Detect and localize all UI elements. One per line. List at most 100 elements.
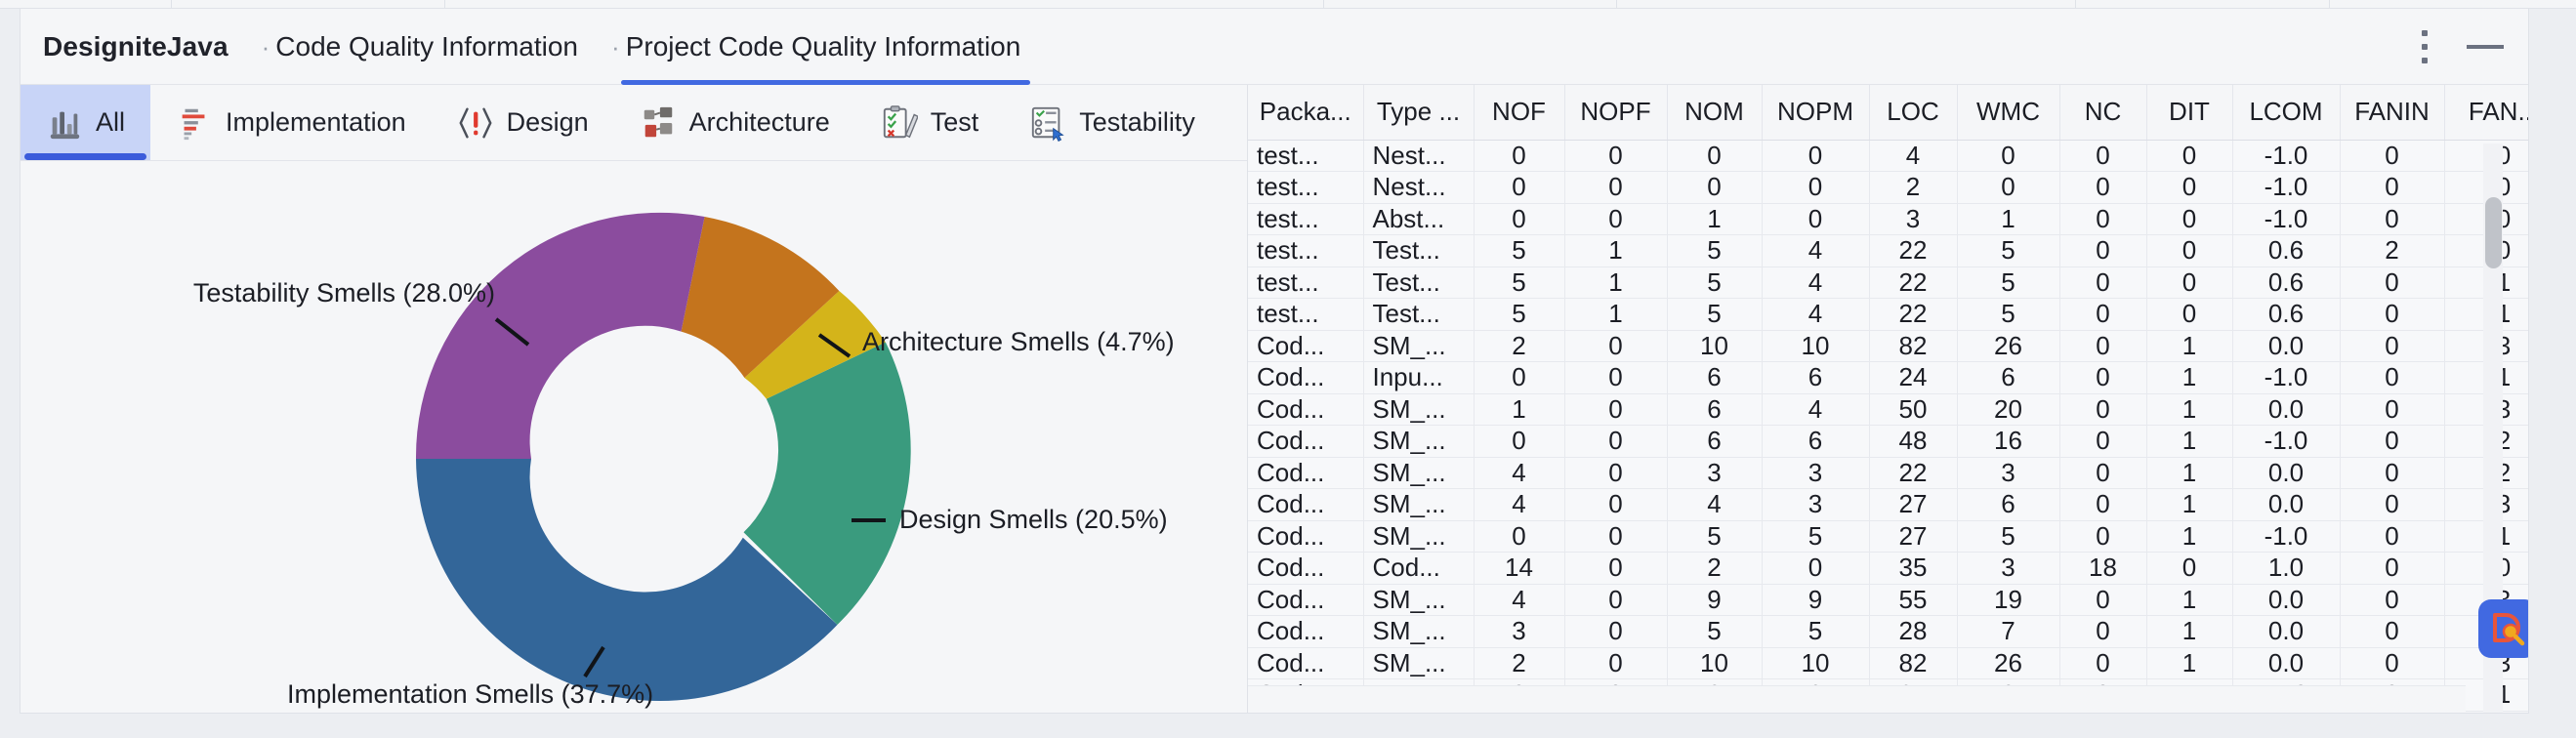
- table-cell: 0: [2340, 330, 2445, 362]
- table-cell: 3: [1957, 457, 2060, 489]
- table-cell: 1: [1474, 393, 1565, 426]
- column-header-package[interactable]: Packa...: [1248, 85, 1364, 141]
- table-cell: 27: [1869, 520, 1958, 553]
- table-cell: 0: [2340, 139, 2445, 172]
- table-row[interactable]: Cod... SM_... 1 0 6 4 50 20 0 1 0.0 0 3: [1248, 393, 2528, 426]
- table-row[interactable]: Cod...SM_...3055287010.003: [1248, 615, 2528, 648]
- table-cell: 0: [2340, 171, 2445, 204]
- column-header-nc[interactable]: NC: [2059, 85, 2147, 141]
- table-cell: 3: [1667, 457, 1763, 489]
- scrollbar-thumb[interactable]: [2484, 197, 2502, 268]
- breadcrumb-item-root[interactable]: DesigniteJava: [43, 9, 244, 85]
- table-row[interactable]: Cod... SM_... 4 0 3 3 22 3 0 1 0.0 0 2: [1248, 457, 2528, 489]
- table-row[interactable]: Cod... SM_... 2 0 10 10 82 26 0 1 0.0 0 3: [1248, 330, 2528, 362]
- chart-pane: All Implementation Design Architecture T…: [21, 85, 1248, 713]
- table-cell: 0: [1474, 139, 1565, 172]
- table-row[interactable]: test... Abst... 0 0 1 0 3 1 0 0 -1.0 0 0: [1248, 203, 2528, 235]
- column-header-fanout[interactable]: FAN...: [2444, 85, 2528, 141]
- table-cell: 5: [1667, 266, 1763, 299]
- designite-logo-icon[interactable]: [2477, 599, 2528, 658]
- column-header-loc[interactable]: LOC: [1869, 85, 1958, 141]
- column-header-type[interactable]: Type ...: [1363, 85, 1475, 141]
- table-row[interactable]: test... Test... 5 1 5 4 22 5 0 0 0.6 0 1: [1248, 298, 2528, 331]
- table-row[interactable]: test... Test... 5 1 5 4 22 5 0 0 0.6 0 1: [1248, 266, 2528, 299]
- table-row[interactable]: Cod... SM_... 0 0 6 6 48 16 0 1 -1.0 0 2: [1248, 425, 2528, 458]
- table-row[interactable]: test... Test... 5 1 5 4 22 5 0 0 0.6 2 0: [1248, 234, 2528, 267]
- donut-chart-svg[interactable]: [21, 161, 1248, 713]
- column-header-nopm[interactable]: NOPM: [1762, 85, 1870, 141]
- table-cell: SM_...: [1363, 425, 1475, 458]
- chart-label-testability: Testability Smells (28.0%): [192, 278, 495, 308]
- breadcrumb-item-project-code-quality-information[interactable]: Project Code Quality Information: [611, 9, 1036, 85]
- column-header-nom[interactable]: NOM: [1667, 85, 1763, 141]
- tab-testability[interactable]: Testability: [1004, 85, 1221, 160]
- table-cell: 0: [1762, 552, 1870, 585]
- table-cell: 4: [1667, 488, 1763, 521]
- column-header-lcom[interactable]: LCOM: [2232, 85, 2341, 141]
- table-cell: 9: [1667, 584, 1763, 616]
- clipboard-check-icon: [883, 104, 918, 138]
- kebab-menu-icon[interactable]: [2421, 26, 2429, 67]
- table-cell: 0: [2340, 615, 2445, 648]
- table-cell: 0: [1474, 171, 1565, 204]
- column-header-wmc[interactable]: WMC: [1957, 85, 2060, 141]
- tab-all[interactable]: All: [21, 85, 151, 160]
- table-cell: 0: [1564, 139, 1668, 172]
- table-cell: 6: [1762, 361, 1870, 394]
- table-cell: 0: [1474, 203, 1565, 235]
- metrics-table-pane: Packa... Type ... NOF NOPF NOM NOPM LOC …: [1248, 85, 2528, 713]
- table-row[interactable]: test... Nest... 0 0 0 0 2 0 0 0 -1.0 0 0: [1248, 171, 2528, 204]
- table-cell: 10: [1667, 330, 1763, 362]
- table-cell: 0.0: [2232, 647, 2341, 679]
- table-row[interactable]: Cod...SM_...40995519010.003: [1248, 584, 2528, 616]
- table-cell: SM_...: [1363, 615, 1475, 648]
- table-cell: 0: [1762, 203, 1870, 235]
- table-cell: 0: [1564, 361, 1668, 394]
- table-cell: 4: [1869, 139, 1958, 172]
- table-cell: 0: [2340, 552, 2445, 585]
- table-cell: 1: [2146, 457, 2233, 489]
- table-cell: 3: [1474, 615, 1565, 648]
- table-cell: Cod...: [1248, 457, 1364, 489]
- tab-design[interactable]: Design: [432, 85, 614, 160]
- table-cell: 4: [1762, 298, 1870, 331]
- table-cell: 19: [1957, 584, 2060, 616]
- table-row[interactable]: test... Nest... 0 0 0 0 4 0 0 0 -1.0 0 0: [1248, 139, 2528, 172]
- top-cutoff-strip: [0, 0, 2576, 9]
- table-cell: 5: [1957, 234, 2060, 267]
- column-header-fanin[interactable]: FANIN: [2340, 85, 2445, 141]
- table-cell: 0: [1564, 393, 1668, 426]
- table-cell: -1.0: [2232, 520, 2341, 553]
- table-row[interactable]: Cod... SM_... 0 0 5 5 27 5 0 1 -1.0 0 1: [1248, 520, 2528, 553]
- table-cell: 5: [1667, 298, 1763, 331]
- table-cell: -1.0: [2232, 171, 2341, 204]
- table-cell: 2: [1869, 171, 1958, 204]
- table-cell: 1: [2146, 425, 2233, 458]
- minimize-icon[interactable]: [2464, 26, 2507, 67]
- table-cell: 6: [1667, 425, 1763, 458]
- table-row[interactable]: Cod... SM_... 2 0 10 10 82 26 0 1 0.0 0 3: [1248, 647, 2528, 679]
- table-cell: 7: [1957, 615, 2060, 648]
- tab-test[interactable]: Test: [855, 85, 1005, 160]
- donut-chart: Testability Smells (28.0%) Architecture …: [21, 161, 1248, 713]
- tab-architecture[interactable]: Architecture: [614, 85, 855, 160]
- table-cell: 0: [2059, 584, 2147, 616]
- table-cell: 1: [2146, 393, 2233, 426]
- table-cell: 2: [2340, 234, 2445, 267]
- tab-implementation-label: Implementation: [226, 107, 406, 137]
- table-cell: 16: [1957, 425, 2060, 458]
- table-row[interactable]: Cod... Cod... 14 0 2 0 35 3 18 0 1.0 0 0: [1248, 552, 2528, 585]
- column-header-nopf[interactable]: NOPF: [1564, 85, 1668, 141]
- breadcrumb-item-code-quality-information[interactable]: Code Quality Information: [262, 9, 594, 85]
- table-cell: Cod...: [1248, 393, 1364, 426]
- tab-implementation[interactable]: Implementation: [150, 85, 432, 160]
- column-header-nof[interactable]: NOF: [1474, 85, 1565, 141]
- window-body: All Implementation Design Architecture T…: [21, 85, 2528, 713]
- table-cell: 0.0: [2232, 615, 2341, 648]
- column-header-dit[interactable]: DIT: [2146, 85, 2233, 141]
- table-row[interactable]: Cod...Inpu...006624601-1.001: [1248, 361, 2528, 394]
- table-cell: 1: [2146, 584, 2233, 616]
- table-cell: 0: [1564, 520, 1668, 553]
- table-cell: 0: [2146, 298, 2233, 331]
- table-row[interactable]: Cod... SM_... 4 0 4 3 27 6 0 1 0.0 0 3: [1248, 488, 2528, 521]
